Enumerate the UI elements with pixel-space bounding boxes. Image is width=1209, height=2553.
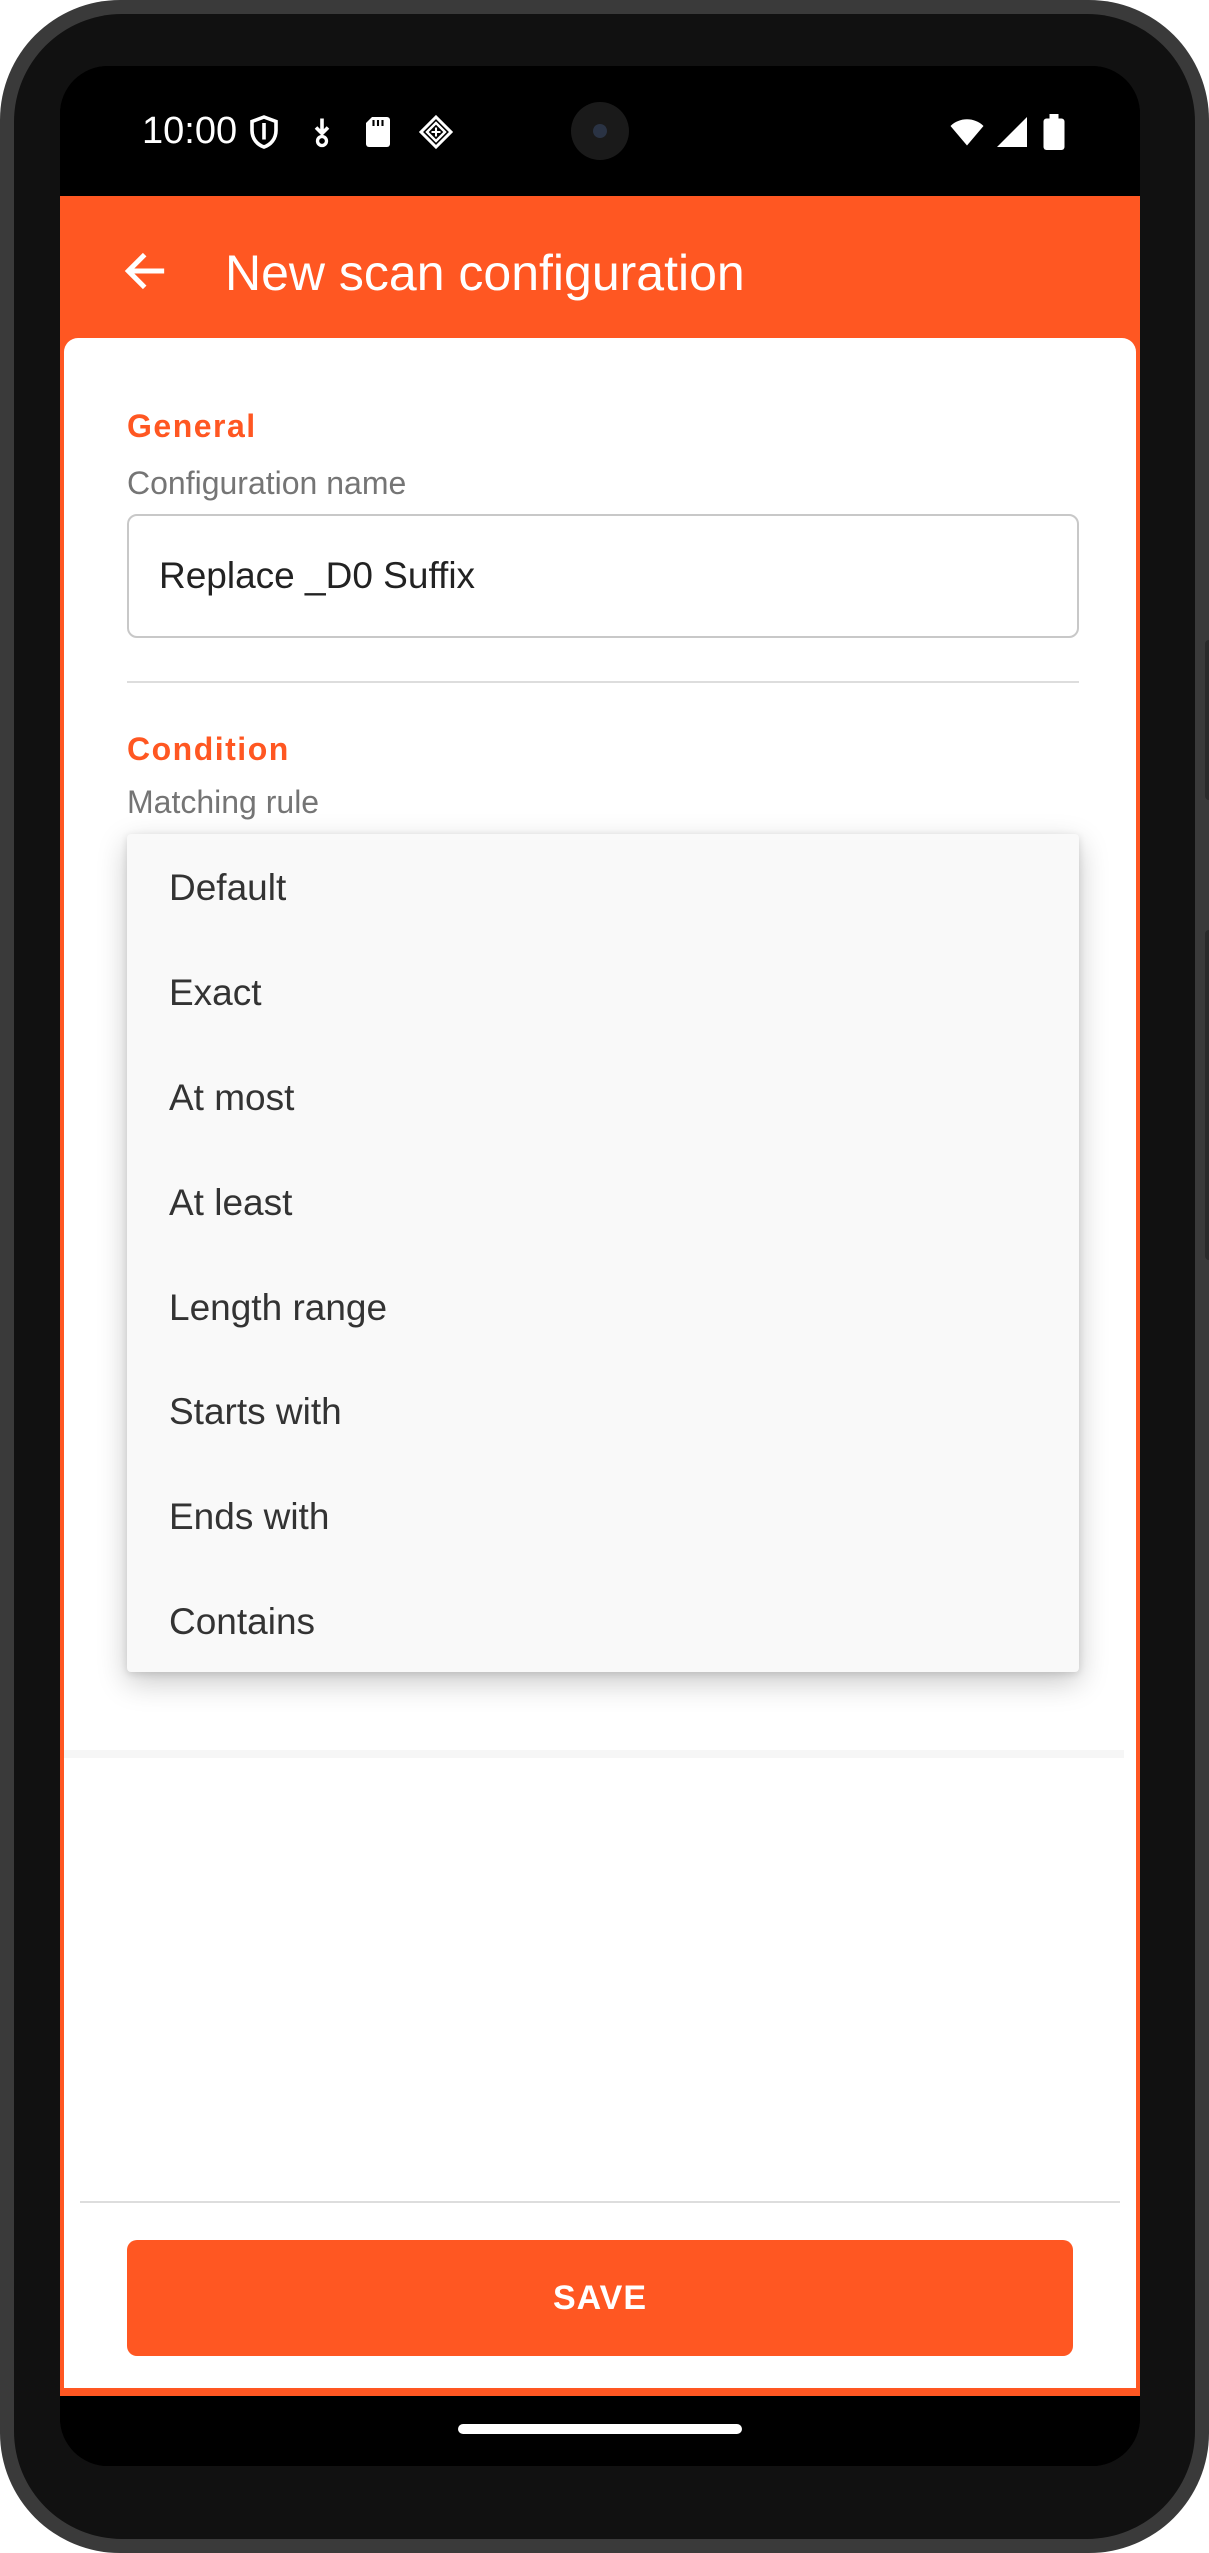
wifi-icon xyxy=(950,119,984,146)
section-title-condition: Condition xyxy=(127,731,290,767)
signal-icon xyxy=(997,117,1027,147)
navigation-bar xyxy=(60,2396,1140,2466)
page-title: New scan configuration xyxy=(225,245,745,301)
dropdown-option-starts-with[interactable]: Starts with xyxy=(127,1360,1079,1465)
screen: 10:00 New scan configuration General Con… xyxy=(60,66,1140,2466)
dropdown-option-contains[interactable]: Contains xyxy=(127,1570,1079,1675)
status-time: 10:00 xyxy=(142,110,238,152)
matching-rule-label: Matching rule xyxy=(127,784,320,820)
dropdown-option-ends-with[interactable]: Ends with xyxy=(127,1465,1079,1570)
dropdown-option-at-least[interactable]: At least xyxy=(127,1150,1079,1255)
sd-card-icon xyxy=(366,117,390,147)
content-area: General Configuration name Replace _D0 S… xyxy=(60,338,1140,2396)
arrow-back-icon xyxy=(124,252,165,290)
dropdown-option-exact[interactable]: Exact xyxy=(127,941,1079,1046)
app-bar: New scan configuration xyxy=(60,196,1140,346)
configuration-name-label: Configuration name xyxy=(127,465,407,501)
section-divider xyxy=(127,681,1079,683)
battery-icon xyxy=(1043,114,1065,150)
download-icon xyxy=(314,118,330,148)
dropdown-option-default[interactable]: Default xyxy=(127,836,1079,941)
device-frame: 10:00 New scan configuration General Con… xyxy=(0,0,1209,2553)
app-icon xyxy=(418,114,454,150)
front-camera xyxy=(571,102,629,160)
home-gesture-handle[interactable] xyxy=(458,2424,742,2434)
section-title-general: General xyxy=(127,408,257,444)
card-separator xyxy=(64,1750,1124,1758)
dropdown-option-length-range[interactable]: Length range xyxy=(127,1255,1079,1360)
status-bar: 10:00 xyxy=(60,66,1140,196)
save-button[interactable]: SAVE xyxy=(127,2240,1073,2356)
power-button xyxy=(1205,640,1209,800)
shield-icon xyxy=(250,115,278,149)
dropdown-option-at-most[interactable]: At most xyxy=(127,1046,1079,1151)
bottom-divider xyxy=(80,2201,1120,2203)
form-card: General Configuration name Replace _D0 S… xyxy=(64,338,1136,2388)
configuration-name-input[interactable]: Replace _D0 Suffix xyxy=(127,514,1079,638)
volume-button xyxy=(1205,930,1209,1260)
back-button[interactable] xyxy=(100,226,190,316)
matching-rule-dropdown-menu: Default Exact At most At least Length ra… xyxy=(127,834,1079,1672)
